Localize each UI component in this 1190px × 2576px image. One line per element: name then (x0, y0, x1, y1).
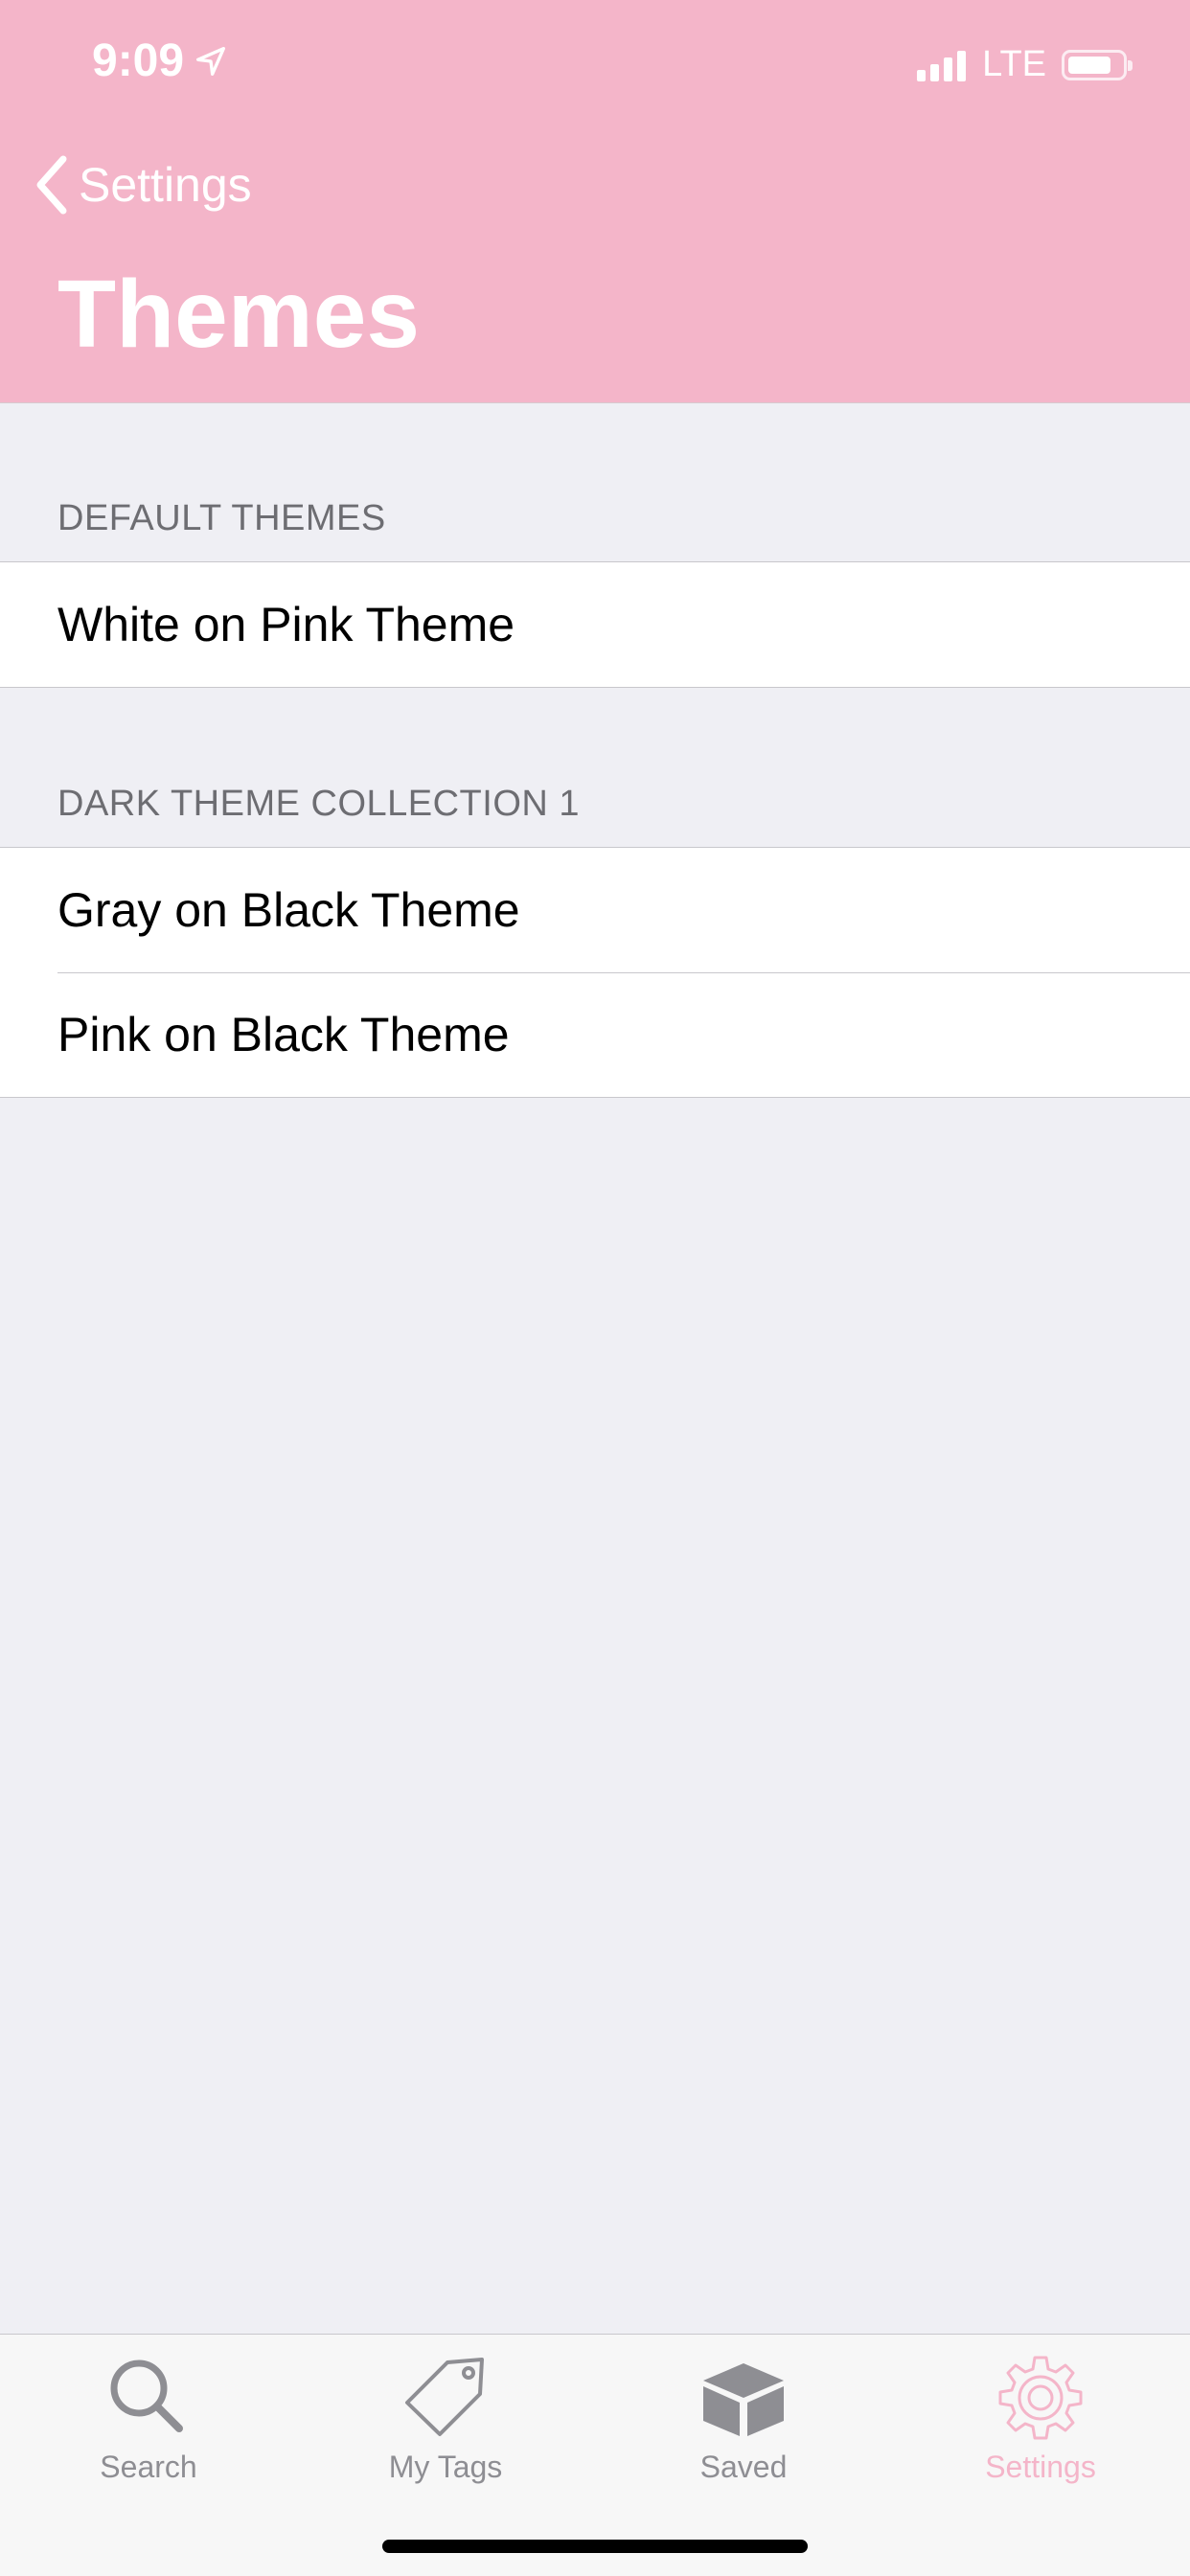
tab-bar: Search My Tags Saved Settings (0, 2334, 1190, 2576)
navigation-header: 9:09 LTE Settings Themes (0, 0, 1190, 403)
theme-row-label: Pink on Black Theme (57, 1008, 510, 1061)
search-icon (110, 2359, 183, 2432)
theme-row-label: Gray on Black Theme (57, 883, 520, 937)
theme-row-gray-on-black[interactable]: Gray on Black Theme (0, 848, 1190, 972)
home-indicator[interactable] (382, 2540, 808, 2553)
status-indicators: LTE (917, 44, 1133, 85)
gear-icon (998, 2356, 1083, 2440)
tab-saved-label: Saved (699, 2450, 788, 2484)
status-time-text: 9:09 (92, 35, 185, 86)
section-header-default-themes: DEFAULT THEMES (57, 498, 386, 538)
back-button[interactable]: Settings (34, 155, 252, 215)
tag-icon (405, 2358, 484, 2436)
theme-row-white-on-pink[interactable]: White on Pink Theme (0, 562, 1190, 687)
tab-my-tags-label: My Tags (388, 2450, 503, 2484)
tab-search-label: Search (100, 2450, 197, 2484)
location-arrow-icon (196, 46, 226, 76)
cellular-signal-icon (917, 49, 971, 81)
battery-icon (1062, 49, 1133, 80)
tab-settings[interactable]: Settings (892, 2342, 1189, 2505)
network-type: LTE (982, 44, 1046, 84)
theme-row-pink-on-black[interactable]: Pink on Black Theme (0, 972, 1190, 1097)
theme-list-default: White on Pink Theme (0, 561, 1190, 688)
tab-my-tags[interactable]: My Tags (297, 2342, 594, 2505)
tab-search[interactable]: Search (0, 2342, 297, 2505)
tab-saved[interactable]: Saved (595, 2342, 892, 2505)
chevron-left-icon (36, 155, 67, 215)
status-time: 9:09 (92, 34, 230, 87)
box-icon (703, 2363, 784, 2436)
page-title: Themes (57, 261, 420, 368)
tab-settings-label: Settings (985, 2450, 1096, 2484)
back-button-label: Settings (79, 158, 252, 212)
section-header-dark-theme-collection: DARK THEME COLLECTION 1 (57, 784, 581, 824)
theme-list-dark-collection-1: Gray on Black Theme Pink on Black Theme (0, 847, 1190, 1098)
theme-row-label: White on Pink Theme (57, 598, 515, 651)
